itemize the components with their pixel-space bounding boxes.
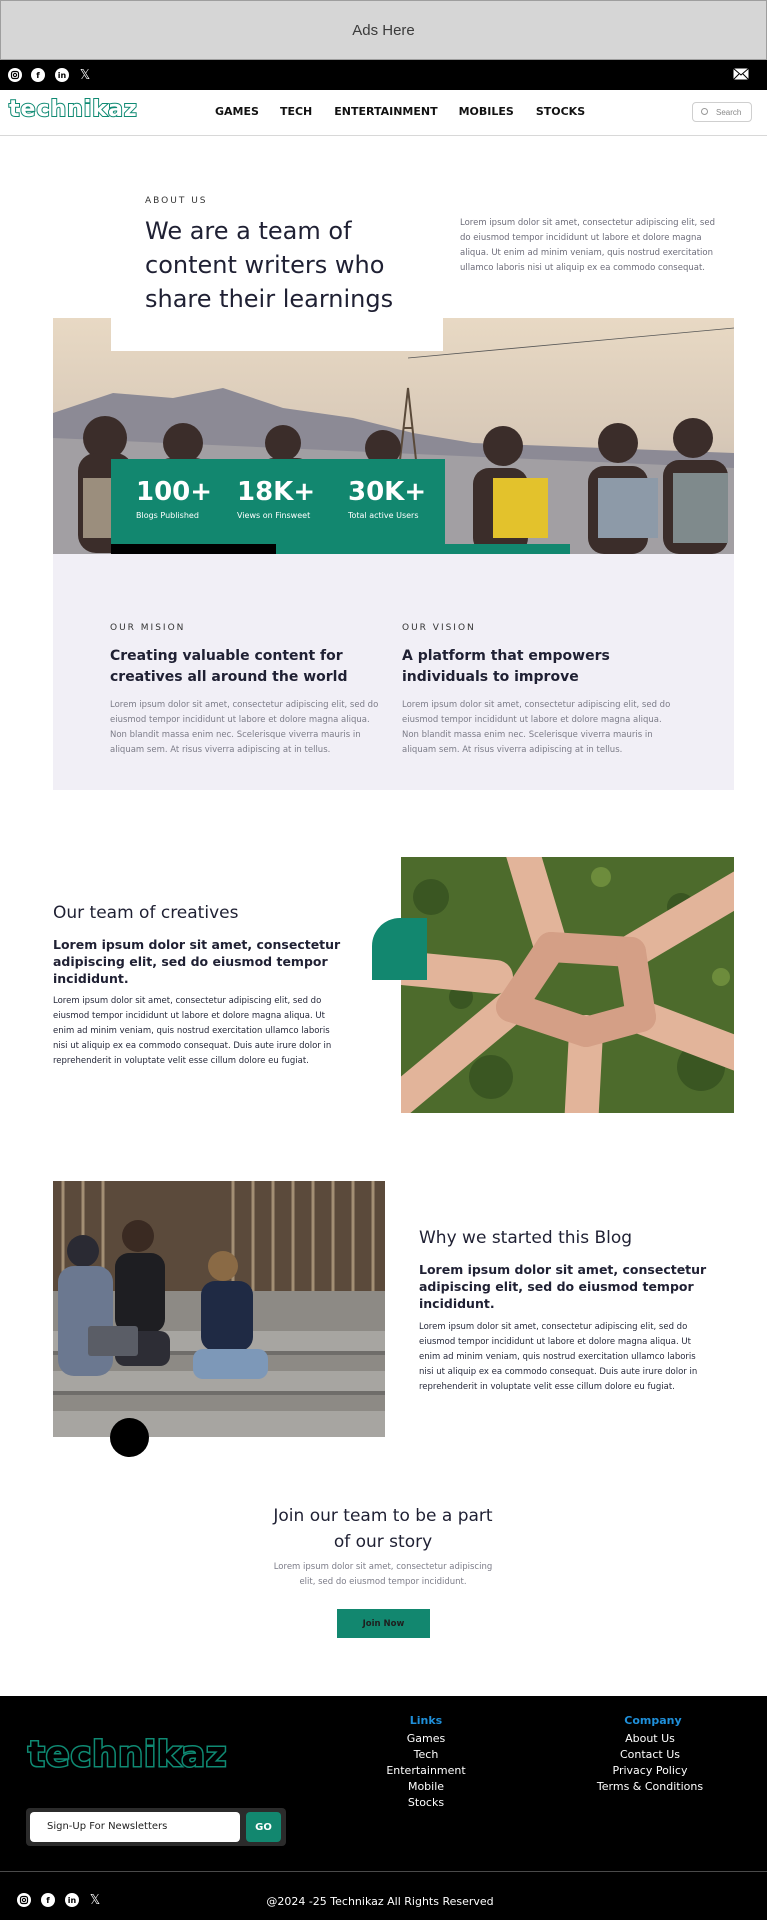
linkedin-icon[interactable]: in — [55, 68, 69, 82]
newsletter-input[interactable]: Sign-Up For Newsletters — [30, 1812, 240, 1842]
vision-eyebrow: OUR VISION — [402, 623, 476, 633]
footer-link-games[interactable]: Games — [376, 1732, 476, 1745]
about-heading-line: We are a team of — [145, 217, 352, 245]
team-title: Our team of creatives — [53, 903, 239, 923]
nav-item-tech[interactable]: TECH — [280, 105, 312, 118]
mission-title: Creating valuable content for creatives … — [110, 646, 370, 688]
footer-link-about[interactable]: About Us — [590, 1732, 710, 1745]
stat-label: Total active Users — [348, 511, 419, 520]
about-heading-line: share their learnings — [145, 285, 394, 313]
stat-value: 100+ — [136, 477, 213, 507]
stats-bar-dark — [111, 544, 276, 554]
nav-item-mobiles[interactable]: MOBILES — [459, 105, 514, 118]
mission-title-line: Creating valuable content for — [110, 648, 343, 664]
nav-item-entertainment[interactable]: ENTERTAINMENT — [334, 105, 437, 118]
footer-links-heading: Links — [409, 1714, 443, 1727]
why-subtitle-line: Lorem ipsum dolor sit amet, consectetur — [419, 1262, 707, 1277]
join-now-button[interactable]: Join Now — [337, 1609, 430, 1638]
instagram-icon[interactable] — [8, 68, 22, 82]
stat-blogs: 100+ Blogs Published — [136, 477, 212, 520]
stats-bar-accent — [276, 544, 570, 554]
stat-views: 18K+ Views on Finsweet — [237, 477, 315, 520]
footer-facebook-icon[interactable]: f — [41, 1893, 55, 1907]
newsletter-placeholder: Sign-Up For Newsletters — [47, 1821, 168, 1832]
team-subtitle-line: adipiscing elit, sed do eiusmod tempor — [53, 954, 328, 969]
stat-label: Blogs Published — [136, 511, 199, 520]
footer-x-icon[interactable]: 𝕏 — [88, 1893, 102, 1908]
join-body-line: Lorem ipsum dolor sit amet, consectetur … — [273, 1562, 493, 1572]
stat-value: 18K+ — [237, 477, 316, 507]
footer-link-entertainment[interactable]: Entertainment — [376, 1764, 476, 1777]
decor-quarter-shape — [372, 918, 427, 980]
mission-eyebrow: OUR MISION — [110, 623, 186, 633]
footer-link-tech[interactable]: Tech — [376, 1748, 476, 1761]
mission-body: Lorem ipsum dolor sit amet, consectetur … — [110, 700, 379, 755]
site-logo[interactable]: technikaz — [8, 96, 138, 123]
footer-link-privacy[interactable]: Privacy Policy — [590, 1764, 710, 1777]
join-title: Join our team to be a part of our story — [233, 1503, 533, 1555]
vision-title-line: A platform that empowers — [402, 648, 610, 664]
stat-label: Views on Finsweet — [237, 511, 311, 520]
nav-item-games[interactable]: GAMES — [215, 105, 259, 118]
search-placeholder: Search — [716, 108, 742, 117]
footer-divider — [0, 1871, 767, 1872]
about-heading: We are a team of content writers who sha… — [145, 214, 445, 316]
why-title: Why we started this Blog — [419, 1228, 633, 1248]
join-body: Lorem ipsum dolor sit amet, consectetur … — [233, 1560, 533, 1590]
decor-circle — [110, 1418, 149, 1457]
team-subtitle-line: incididunt. — [53, 971, 129, 986]
join-title-line: Join our team to be a part — [273, 1506, 493, 1526]
footer-link-stocks[interactable]: Stocks — [376, 1796, 476, 1809]
main-nav: technikaz GAMES TECH ENTERTAINMENT MOBIL… — [0, 90, 767, 136]
about-heading-line: content writers who — [145, 251, 385, 279]
nav-item-stocks[interactable]: STOCKS — [536, 105, 585, 118]
footer-link-mobile[interactable]: Mobile — [376, 1780, 476, 1793]
why-body: Lorem ipsum dolor sit amet, consectetur … — [419, 1322, 698, 1392]
ad-label: Ads Here — [352, 21, 415, 39]
about-intro: Lorem ipsum dolor sit amet, consectetur … — [460, 218, 715, 273]
footer: technikaz Sign-Up For Newsletters GO Lin… — [0, 1696, 767, 1920]
hands-circle-photo — [401, 857, 734, 1113]
footer-link-contact[interactable]: Contact Us — [590, 1748, 710, 1761]
vision-body: Lorem ipsum dolor sit amet, consectetur … — [402, 700, 671, 755]
vision-title-line: individuals to improve — [402, 669, 579, 685]
footer-link-terms[interactable]: Terms & Conditions — [590, 1780, 710, 1793]
footer-instagram-icon[interactable] — [17, 1893, 31, 1907]
stat-value: 30K+ — [348, 477, 427, 507]
stats-panel: 100+ Blogs Published 18K+ Views on Finsw… — [111, 459, 445, 544]
team-body: Lorem ipsum dolor sit amet, consectetur … — [53, 996, 332, 1066]
why-subtitle-line: incididunt. — [419, 1296, 495, 1311]
why-subtitle-line: adipiscing elit, sed do eiusmod tempor — [419, 1279, 694, 1294]
join-title-line: of our story — [333, 1532, 433, 1552]
team-subtitle-line: Lorem ipsum dolor sit amet, consectetur — [53, 937, 341, 952]
mission-title-line: creatives all around the world — [110, 669, 348, 685]
facebook-icon[interactable]: f — [31, 68, 45, 82]
search-input[interactable]: Search — [692, 102, 752, 122]
nav-links: GAMES TECH ENTERTAINMENT MOBILES STOCKS — [215, 105, 585, 118]
footer-company-heading: Company — [624, 1714, 682, 1727]
friends-stairs-photo — [53, 1181, 385, 1437]
social-bar: f in 𝕏 — [0, 60, 767, 90]
newsletter-go-button[interactable]: GO — [246, 1812, 281, 1842]
search-icon — [701, 108, 708, 115]
footer-logo[interactable]: technikaz — [26, 1734, 227, 1777]
about-eyebrow: ABOUT US — [145, 196, 208, 206]
team-subtitle: Lorem ipsum dolor sit amet, consectetur … — [53, 936, 343, 987]
ad-banner[interactable]: Ads Here — [0, 0, 767, 60]
join-body-line: elit, sed do eiusmod tempor incididunt. — [299, 1577, 467, 1587]
mail-icon[interactable] — [733, 68, 749, 80]
footer-linkedin-icon[interactable]: in — [65, 1893, 79, 1907]
footer-copyright: @2024 -25 Technikaz All Rights Reserved — [266, 1895, 494, 1908]
about-heading-card — [111, 318, 443, 351]
stat-users: 30K+ Total active Users — [348, 477, 426, 520]
why-subtitle: Lorem ipsum dolor sit amet, consectetur … — [419, 1261, 709, 1312]
vision-title: A platform that empowers individuals to … — [402, 646, 662, 688]
x-icon[interactable]: 𝕏 — [78, 68, 92, 83]
